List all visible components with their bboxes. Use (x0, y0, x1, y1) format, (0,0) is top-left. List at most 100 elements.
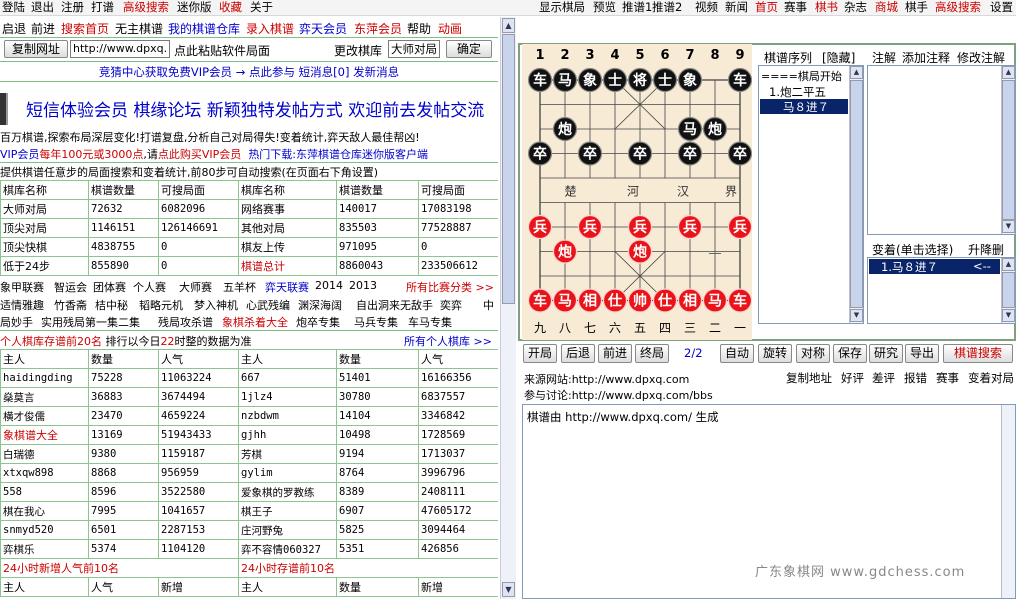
owner-link[interactable]: gylim (238, 463, 337, 483)
top-menu-item[interactable]: 首页 (755, 0, 778, 15)
top-menu-item[interactable]: 退出 (31, 0, 54, 15)
paste-position-link[interactable]: 点此粘贴软件局面 (174, 42, 270, 59)
promo-text[interactable]: 短信体验会员 棋缘论坛 新颖独特发帖方式 欢迎前去发帖交流 (26, 96, 484, 121)
black-piece[interactable]: 卒 (527, 141, 553, 166)
red-piece[interactable]: 仕 (652, 288, 678, 313)
black-piece[interactable]: 马 (552, 67, 578, 93)
library-name-link[interactable]: 棋谱总计 (238, 256, 337, 276)
event-link[interactable]: 智运会 (54, 279, 87, 295)
library-name-link[interactable]: 顶尖快棋 (0, 237, 89, 257)
black-piece[interactable]: 车 (727, 67, 753, 93)
comment-scrollbar[interactable] (1001, 405, 1015, 598)
black-piece[interactable]: 炮 (702, 116, 728, 142)
top-menu-item[interactable]: 高级搜索 (123, 0, 169, 15)
endgame-book-link[interactable]: 梦入神机 (194, 297, 238, 313)
rank-title-link[interactable]: 个人棋库存谱前20名 (0, 335, 102, 348)
nav-link[interactable]: 前进 (31, 20, 55, 37)
event-link[interactable]: 2013 (349, 279, 377, 292)
move-item-selected[interactable]: 马８进７ (760, 99, 848, 114)
all-personal-libraries-link[interactable]: 所有个人棋库 >> (404, 333, 492, 349)
rotate-button[interactable]: 旋转 (758, 344, 792, 363)
scroll-up-arrow-icon[interactable]: ▲ (1002, 258, 1015, 271)
black-piece[interactable]: 象 (677, 67, 703, 93)
nav-link[interactable]: 我的棋谱仓库 (168, 20, 240, 37)
black-piece[interactable]: 卒 (627, 141, 653, 166)
red-piece[interactable]: 帅 (627, 288, 653, 313)
nav-link[interactable]: 动画 (438, 20, 462, 37)
red-piece[interactable]: 兵 (577, 214, 603, 240)
top-menu-item[interactable]: 注册 (61, 0, 84, 15)
top-menu-item[interactable]: 设置 (990, 0, 1013, 15)
scroll-up-arrow-icon[interactable]: ▲ (1002, 66, 1015, 79)
scroll-up-arrow-icon[interactable]: ▲ (850, 66, 863, 79)
owner-link[interactable]: 棋王子 (238, 501, 337, 521)
scroll-down-arrow-icon[interactable]: ▼ (850, 309, 863, 322)
top-menu-item[interactable]: 收藏 (219, 0, 242, 15)
red-piece[interactable]: 车 (527, 288, 553, 313)
nav-link[interactable]: 弈天会员 (299, 20, 347, 37)
mirror-button[interactable]: 对称 (796, 344, 830, 363)
black-piece[interactable]: 士 (652, 67, 678, 93)
move-item[interactable]: 1.炮二平五 (769, 84, 826, 100)
owner-link[interactable]: 横才俊儒 (0, 406, 89, 426)
event-link[interactable]: 团体赛 (93, 279, 126, 295)
owner-link[interactable]: 弈棋乐 (0, 539, 89, 559)
source-action-link[interactable]: 好评 (841, 370, 864, 386)
red-piece[interactable]: 马 (702, 288, 728, 313)
start-button[interactable]: 开局 (523, 344, 557, 363)
endgame-book-link[interactable]: 竹香斋 (54, 297, 87, 313)
scroll-down-arrow-icon[interactable]: ▼ (1002, 220, 1015, 233)
participate-link[interactable]: → 点此参与 (236, 65, 295, 79)
endgame-book-link[interactable]: 心武残编 (246, 297, 290, 313)
moves-list[interactable]: ====棋局开始 1.炮二平五 马８进７ ▲ ▼ (758, 65, 864, 324)
confirm-button[interactable]: 确定 (446, 40, 492, 58)
owner-link[interactable]: gjhh (238, 425, 337, 445)
scroll-up-arrow-icon[interactable]: ▲ (502, 18, 515, 33)
end-button[interactable]: 终局 (635, 344, 669, 363)
variations-scrollbar[interactable]: ▲ ▼ (1001, 258, 1015, 323)
top-menu-item[interactable]: 预览 (593, 0, 616, 15)
top-menu-item[interactable]: 杂志 (844, 0, 867, 15)
owner-link[interactable]: 558 (0, 482, 89, 502)
black-piece[interactable]: 炮 (552, 116, 578, 142)
source-action-link[interactable]: 差评 (872, 370, 895, 386)
owner-link[interactable]: 1jlz4 (238, 387, 337, 407)
top-menu-item[interactable]: 视频 (695, 0, 718, 15)
owner-link[interactable]: 庄河野兔 (238, 520, 337, 540)
nav-link[interactable]: 搜索首页 (61, 20, 109, 37)
promo-banner[interactable]: 短信体验会员 棋缘论坛 新颖独特发帖方式 欢迎前去发帖交流 (0, 91, 498, 127)
event-link[interactable]: 象甲联赛 (0, 279, 44, 295)
black-piece[interactable]: 马 (677, 116, 703, 142)
top-menu-item[interactable]: 显示棋局 (539, 0, 585, 15)
copy-url-button[interactable]: 复制网址 (4, 40, 68, 58)
top-menu-item[interactable]: 赛事 (784, 0, 807, 15)
owner-link[interactable]: haidingding (0, 368, 89, 388)
nav-link[interactable]: 无主棋谱 (115, 20, 163, 37)
black-piece[interactable]: 车 (527, 67, 553, 93)
black-piece[interactable]: 将 (627, 67, 653, 93)
owner-link[interactable]: 弈不容情060327 (238, 539, 337, 559)
move-item[interactable]: ====棋局开始 (761, 68, 842, 84)
owner-link[interactable]: 爱象棋的罗教练 (238, 482, 337, 502)
endgame-book-link[interactable]: 韬略元机 (139, 297, 183, 313)
hide-moves-link[interactable]: [隐藏] (822, 49, 855, 66)
black-piece[interactable]: 卒 (727, 141, 753, 166)
library-name-link[interactable]: 大师对局 (0, 199, 89, 219)
top-menu-item[interactable]: 新闻 (725, 0, 748, 15)
red-piece[interactable]: 相 (577, 288, 603, 313)
scroll-down-arrow-icon[interactable]: ▼ (1002, 309, 1015, 322)
left-scrollbar[interactable]: ▲ ▼ (500, 17, 516, 599)
owner-link[interactable]: 象棋谱大全 (0, 425, 89, 445)
buy-vip-link[interactable]: 点此购买VIP会员 (158, 148, 241, 161)
red-piece[interactable]: 车 (727, 288, 753, 313)
endgame-book-link[interactable]: 局妙手 (0, 314, 33, 330)
variations-list[interactable]: 1.马８进７ <-- ▲ ▼ (867, 257, 1016, 324)
top-menu-item[interactable]: 棋手 (905, 0, 928, 15)
short-message-link[interactable]: 短消息[0] (299, 65, 350, 79)
owner-link[interactable]: 棋在我心 (0, 501, 89, 521)
top-menu-item[interactable]: 推谱2 (652, 0, 682, 15)
red-piece[interactable]: 兵 (727, 214, 753, 240)
scroll-down-arrow-icon[interactable]: ▼ (502, 582, 515, 597)
xiangqi-board[interactable]: 楚河汉界1 2 3 4 5 6 7 8 9九八七六五四三二一车马象士将士象车炮马炮卒卒卒卒卒兵兵… (522, 44, 753, 340)
notes-box[interactable]: ▲ ▼ (867, 65, 1016, 235)
